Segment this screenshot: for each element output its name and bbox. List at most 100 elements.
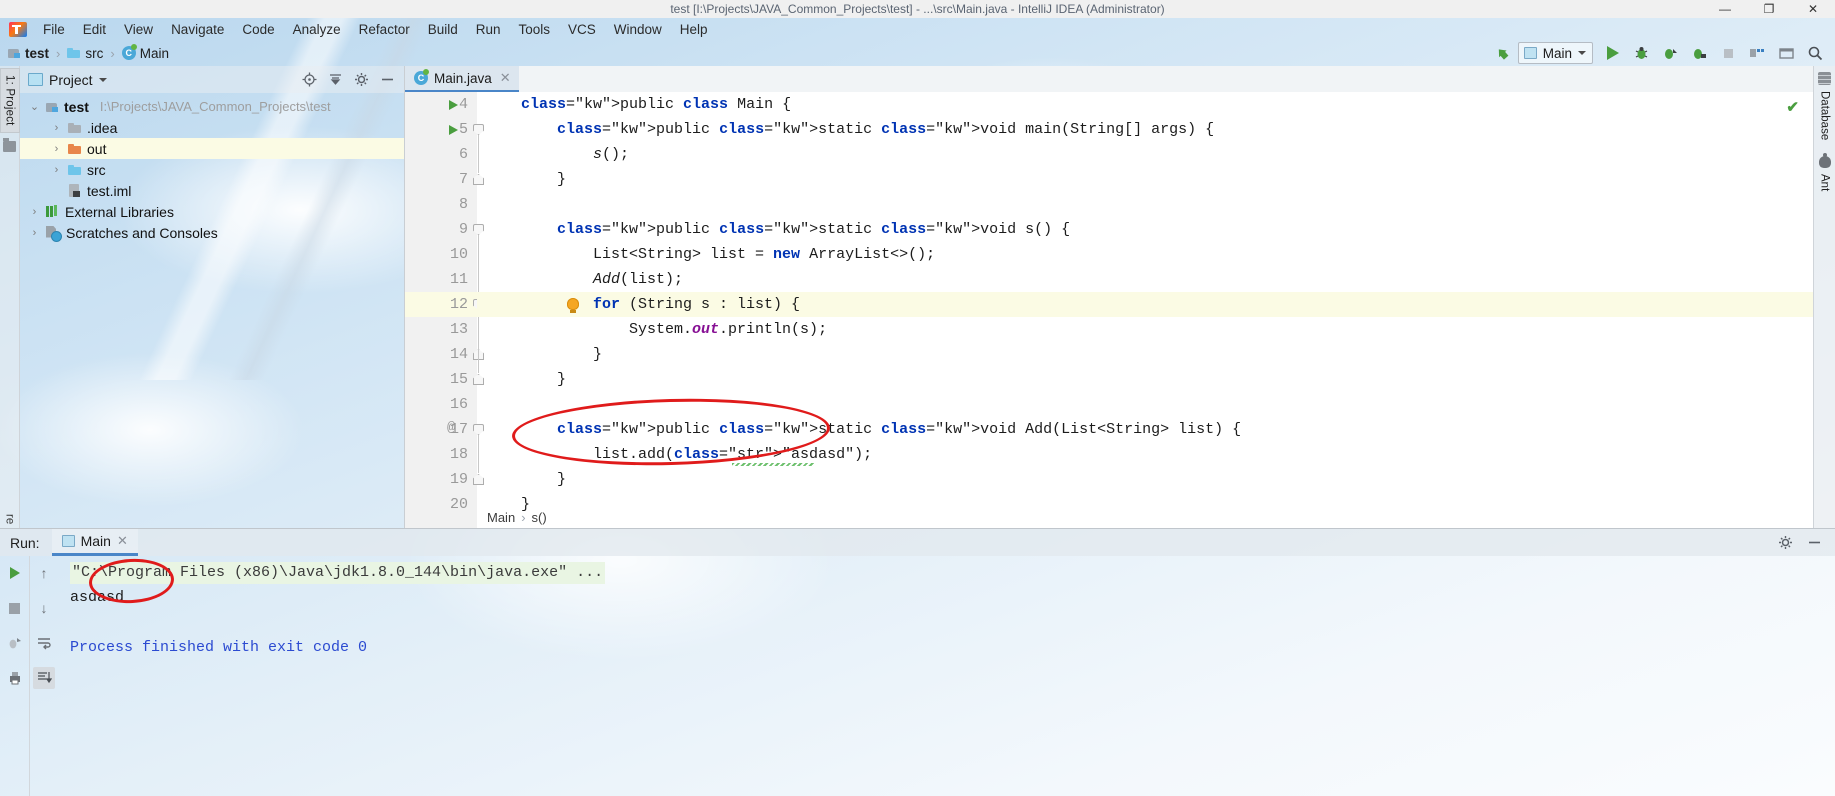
sidebar-item-project[interactable]: 1: Project [0, 68, 20, 133]
gear-icon[interactable] [1773, 531, 1798, 555]
rerun-button[interactable] [4, 562, 26, 584]
rerun-failed-tests-button[interactable] [4, 632, 26, 654]
menu-view[interactable]: View [115, 20, 162, 39]
tree-row-external-libraries[interactable]: › External Libraries [20, 201, 404, 222]
override-gutter-icon[interactable]: @ [447, 420, 455, 436]
breadcrumb-item-src[interactable]: src [85, 46, 103, 61]
menu-build[interactable]: Build [419, 20, 467, 39]
run-gutter-icon[interactable] [449, 100, 458, 110]
inspection-status-icon[interactable]: ✔ [1786, 98, 1799, 116]
breadcrumb-class[interactable]: Main [487, 510, 515, 525]
tree-row-out[interactable]: › out [20, 138, 404, 159]
code-line[interactable]: Add(list); [521, 267, 683, 292]
ant-icon[interactable] [1818, 153, 1831, 169]
menu-code[interactable]: Code [233, 20, 283, 39]
menu-edit[interactable]: Edit [74, 20, 115, 39]
debug-button[interactable] [1628, 41, 1655, 65]
maximize-button[interactable]: ❐ [1747, 0, 1791, 18]
sidebar-item-favorites[interactable]: re [4, 514, 16, 528]
sidebar-item-database[interactable]: Database [1819, 89, 1831, 142]
code-line[interactable]: List<String> list = new ArrayList<>(); [521, 242, 935, 267]
close-icon[interactable]: ✕ [117, 533, 128, 549]
breadcrumb-method[interactable]: s() [532, 510, 547, 525]
code-line[interactable]: System.out.println(s); [521, 317, 827, 342]
run-button[interactable] [1599, 41, 1626, 65]
chevron-down-icon [1578, 51, 1586, 55]
run-with-coverage-button[interactable] [1657, 41, 1684, 65]
menu-refactor[interactable]: Refactor [350, 20, 419, 39]
code-line[interactable]: class="kw">public class Main { [521, 92, 791, 117]
chevron-down-icon[interactable] [98, 77, 107, 82]
menu-analyze[interactable]: Analyze [284, 20, 350, 39]
menu-navigate[interactable]: Navigate [162, 20, 233, 39]
code-surface[interactable]: class="kw">public class Main { class="kw… [477, 92, 1813, 528]
hide-panel-icon[interactable] [375, 68, 400, 92]
code-editor[interactable]: 4 5 6 7 8 9 10 11 12 13 14 15 16 17 @18 19 20 class="kw"… [405, 92, 1813, 528]
close-button[interactable]: ✕ [1791, 0, 1835, 18]
run-tab-main[interactable]: Main ✕ [51, 529, 138, 556]
breadcrumb-item-test[interactable]: test [25, 46, 49, 61]
locate-file-icon[interactable] [297, 68, 322, 92]
tree-row-scratches[interactable]: › Scratches and Consoles [20, 222, 404, 243]
tree-row-test[interactable]: ⌄ test I:\Projects\JAVA_Common_Projects\… [20, 96, 404, 117]
chevron-expanded-icon[interactable]: ⌄ [28, 100, 41, 113]
collapse-all-icon[interactable] [323, 68, 348, 92]
chevron-right-icon[interactable]: › [50, 164, 63, 176]
settings-button[interactable] [1773, 41, 1800, 65]
code-line[interactable]: s(); [521, 142, 629, 167]
update-project-icon[interactable] [1489, 41, 1516, 65]
search-icon[interactable] [1802, 41, 1829, 65]
down-the-stack-trace-button[interactable]: ↓ [33, 597, 55, 619]
menu-tools[interactable]: Tools [510, 20, 560, 39]
menu-vcs[interactable]: VCS [559, 20, 605, 39]
run-gutter-icon[interactable] [449, 125, 458, 135]
menu-help[interactable]: Help [671, 20, 717, 39]
code-line[interactable]: } [521, 167, 566, 192]
tree-row-test-iml[interactable]: test.iml [20, 180, 404, 201]
minimize-button[interactable]: — [1703, 0, 1747, 18]
print-button[interactable] [4, 667, 26, 689]
console-output[interactable]: "C:\Program Files (x86)\Java\jdk1.8.0_14… [58, 556, 1835, 796]
chevron-right-icon[interactable]: › [28, 206, 41, 218]
close-icon[interactable]: ✕ [500, 70, 511, 86]
library-icon [46, 205, 60, 218]
structure-icon[interactable] [3, 137, 16, 152]
console-line: asdasd [70, 589, 125, 606]
tree-row-idea[interactable]: › .idea [20, 117, 404, 138]
code-line[interactable]: } [521, 367, 566, 392]
breadcrumb-item-main[interactable]: Main [140, 46, 169, 61]
code-line[interactable]: } [521, 342, 602, 367]
main-body: 1: Project re Project ⌄ test I:\Projects… [0, 66, 1835, 528]
menu-file[interactable]: File [34, 20, 74, 39]
database-icon[interactable] [1818, 72, 1831, 85]
gear-icon[interactable] [349, 68, 374, 92]
sidebar-item-ant[interactable]: Ant [1819, 172, 1831, 193]
code-line[interactable]: class="kw">public class="kw">static clas… [521, 217, 1070, 242]
menu-window[interactable]: Window [605, 20, 671, 39]
layout-button[interactable] [1744, 41, 1771, 65]
stop-button[interactable] [4, 597, 26, 619]
code-line[interactable]: for (String s : list) { [521, 292, 800, 317]
code-line[interactable]: class="kw">public class="kw">static clas… [521, 417, 1241, 442]
menu-run[interactable]: Run [467, 20, 510, 39]
tree-row-src[interactable]: › src [20, 159, 404, 180]
run-panel-header: Run: Main ✕ [0, 529, 1835, 556]
chevron-right-icon[interactable]: › [28, 227, 41, 239]
code-line[interactable]: } [521, 467, 566, 492]
code-line[interactable]: class="kw">public class="kw">static clas… [521, 117, 1214, 142]
editor-gutter[interactable]: 4 5 6 7 8 9 10 11 12 13 14 15 16 17 @18 19 20 [405, 92, 484, 528]
run-tab-label: Main [80, 533, 111, 549]
up-the-stack-trace-button[interactable]: ↑ [33, 562, 55, 584]
tab-main-java[interactable]: Main.java ✕ [405, 66, 519, 92]
hide-panel-icon[interactable] [1802, 531, 1827, 555]
soft-wrap-button[interactable] [33, 632, 55, 654]
scroll-to-end-button[interactable] [33, 667, 55, 689]
window-title: test [I:\Projects\JAVA_Common_Projects\t… [670, 2, 1165, 16]
stop-button[interactable] [1715, 41, 1742, 65]
chevron-right-icon[interactable]: › [50, 143, 63, 155]
project-panel-actions [297, 68, 404, 92]
chevron-right-icon[interactable]: › [50, 122, 63, 134]
profile-button[interactable] [1686, 41, 1713, 65]
code-line[interactable]: list.add(class="str">"asdasd"); [521, 442, 872, 467]
run-configuration-selector[interactable]: Main [1517, 42, 1593, 64]
